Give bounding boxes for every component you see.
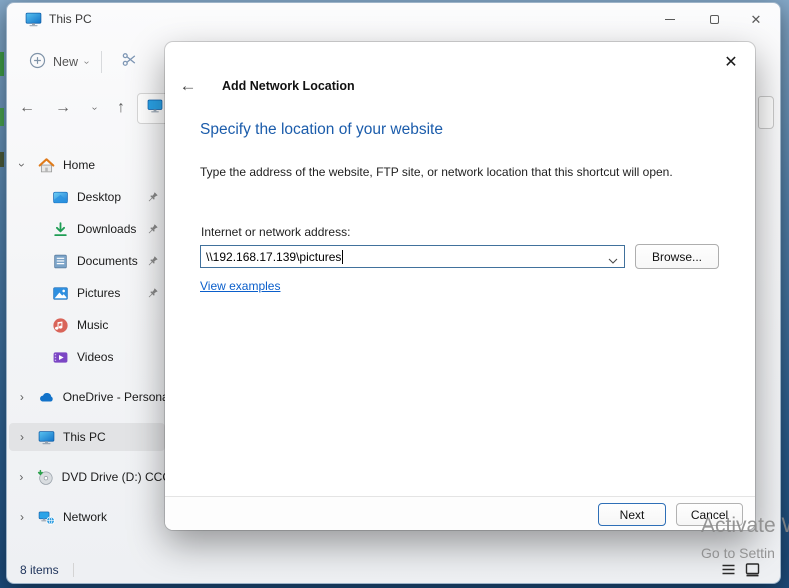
chevron-down-icon: › [81, 60, 93, 64]
dialog-title: Add Network Location [222, 79, 355, 93]
sidebar-item-label: Network [63, 510, 108, 524]
status-bar: 8 items [7, 557, 780, 583]
expand-chevron-icon[interactable]: › [15, 510, 29, 524]
back-icon[interactable]: ← [13, 94, 41, 122]
pin-icon [146, 287, 159, 300]
sidebar-item-downloads[interactable]: Downloads [7, 213, 169, 245]
items-count: 8 items [20, 563, 59, 577]
expand-chevron-icon[interactable]: › [15, 390, 29, 404]
downloads-icon [52, 221, 69, 238]
dialog-footer: Next Cancel [165, 496, 755, 530]
sidebar-item-label: DVD Drive (D:) CCCO [61, 470, 169, 484]
sidebar-item-label: Videos [77, 350, 114, 364]
sidebar-item-label: Home [63, 158, 96, 172]
sidebar-item-desktop[interactable]: Desktop [7, 181, 169, 213]
address-field-label: Internet or network address: [201, 225, 351, 239]
details-view-icon[interactable] [721, 562, 736, 577]
scissors-icon [121, 51, 138, 73]
sidebar-item-videos[interactable]: Videos [7, 341, 169, 373]
expand-chevron-icon[interactable]: › [15, 158, 29, 172]
this-pc-icon [147, 98, 163, 119]
dialog-heading: Specify the location of your website [200, 121, 443, 138]
cut-button[interactable] [115, 49, 143, 75]
sidebar-item-label: Documents [77, 254, 138, 268]
sidebar-item-label: OneDrive - Personal [62, 390, 169, 404]
close-button[interactable]: ✕ [734, 3, 778, 35]
sidebar-item-network[interactable]: › Network [7, 501, 169, 533]
minimize-button[interactable] [648, 3, 692, 35]
pin-icon [146, 255, 159, 268]
cancel-button[interactable]: Cancel [676, 503, 743, 526]
onedrive-icon [38, 389, 55, 406]
view-examples-link[interactable]: View examples [200, 279, 280, 293]
sidebar-item-label: Music [77, 318, 109, 332]
navigation-pane: › Home Desktop Downloads Documents Pictu… [7, 149, 169, 557]
text-cursor [342, 249, 344, 264]
sidebar-item-label: Pictures [77, 286, 121, 300]
dialog-description: Type the address of the website, FTP sit… [200, 165, 673, 179]
sidebar-item-home[interactable]: › Home [7, 149, 169, 181]
sidebar-item-label: Desktop [77, 190, 122, 204]
pictures-icon [52, 285, 69, 302]
documents-icon [52, 253, 69, 270]
recent-locations-chevron-icon[interactable]: › [81, 94, 109, 122]
combobox-dropdown-icon[interactable] [608, 253, 618, 267]
sidebar-item-this-pc[interactable]: › This PC [7, 421, 169, 453]
sidebar-item-documents[interactable]: Documents [7, 245, 169, 277]
up-icon[interactable]: ↑ [107, 94, 135, 122]
desktop-icon-sliver [0, 108, 4, 126]
this-pc-icon [25, 11, 42, 28]
music-icon [52, 317, 69, 334]
desktop-icon-sliver [0, 52, 4, 76]
videos-icon [52, 349, 69, 366]
sidebar-item-dvd-drive-d-ccco[interactable]: › DVD Drive (D:) CCCO [7, 461, 169, 493]
browse-button[interactable]: Browse... [635, 244, 719, 269]
sidebar-item-music[interactable]: Music [7, 309, 169, 341]
expand-chevron-icon[interactable]: › [15, 470, 28, 484]
new-button[interactable]: New › [21, 47, 96, 77]
statusbar-divider [73, 563, 74, 577]
dialog-back-icon[interactable]: ← [173, 74, 203, 98]
large-icons-view-icon[interactable] [745, 562, 760, 577]
pin-icon [146, 223, 159, 236]
next-button[interactable]: Next [598, 503, 666, 526]
sidebar-item-label: Downloads [77, 222, 137, 236]
maximize-button[interactable] [692, 3, 736, 35]
sidebar-item-pictures[interactable]: Pictures [7, 277, 169, 309]
toolbar-divider [101, 51, 102, 73]
network-icon [38, 509, 55, 526]
sidebar-item-label: This PC [63, 430, 106, 444]
new-button-label: New [53, 55, 79, 69]
pin-icon [146, 191, 159, 204]
thispc-icon [38, 429, 55, 446]
desktop-icon-sliver [0, 152, 4, 167]
add-network-location-dialog: ✕ ← Add Network Location Specify the loc… [165, 42, 755, 530]
dialog-close-icon[interactable]: ✕ [720, 51, 742, 73]
network-address-value: \\192.168.17.139\pictures [206, 249, 342, 264]
sidebar-item-onedrive-personal[interactable]: › OneDrive - Personal [7, 381, 169, 413]
home-icon [38, 157, 55, 174]
desktop-icon [52, 189, 69, 206]
dvd-icon [37, 469, 54, 486]
plus-circle-icon [29, 52, 46, 72]
forward-icon[interactable]: → [49, 94, 77, 122]
expand-chevron-icon[interactable]: › [15, 430, 29, 444]
search-box[interactable] [758, 96, 774, 129]
desktop: This PC ✕ New › ← → › ↑ › Home Desktop D… [0, 0, 789, 588]
window-title: This PC [49, 12, 92, 26]
network-address-combobox[interactable]: \\192.168.17.139\pictures [200, 245, 625, 268]
title-bar[interactable]: This PC ✕ [7, 3, 780, 37]
